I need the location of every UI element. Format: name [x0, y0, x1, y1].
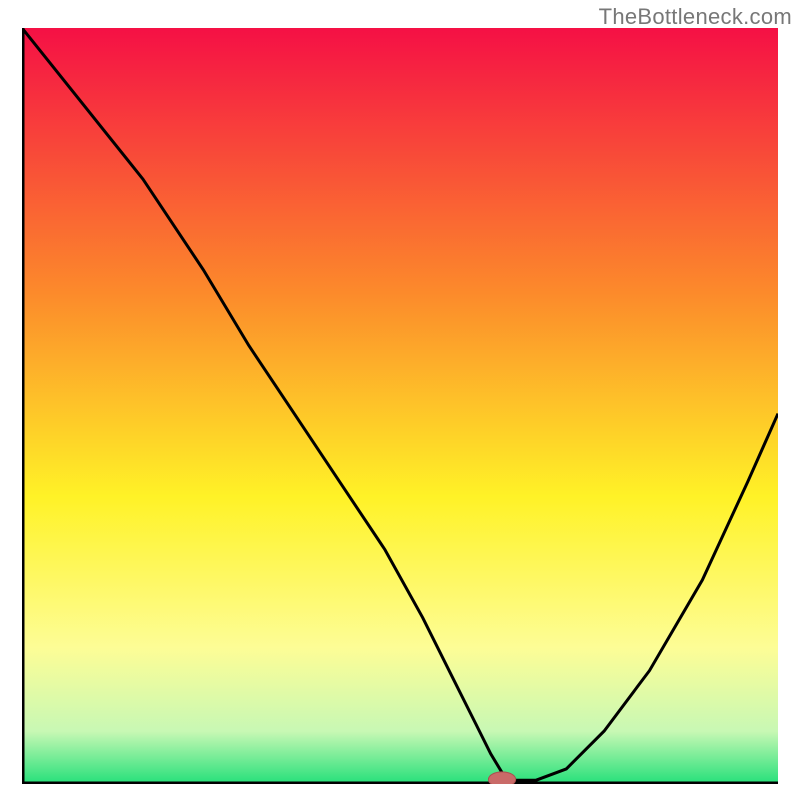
- chart-container: TheBottleneck.com: [0, 0, 800, 800]
- gradient-background: [22, 28, 778, 784]
- watermark-text: TheBottleneck.com: [599, 4, 792, 30]
- chart-svg: [22, 28, 778, 784]
- plot-area: [22, 28, 778, 784]
- optimum-marker: [488, 772, 515, 784]
